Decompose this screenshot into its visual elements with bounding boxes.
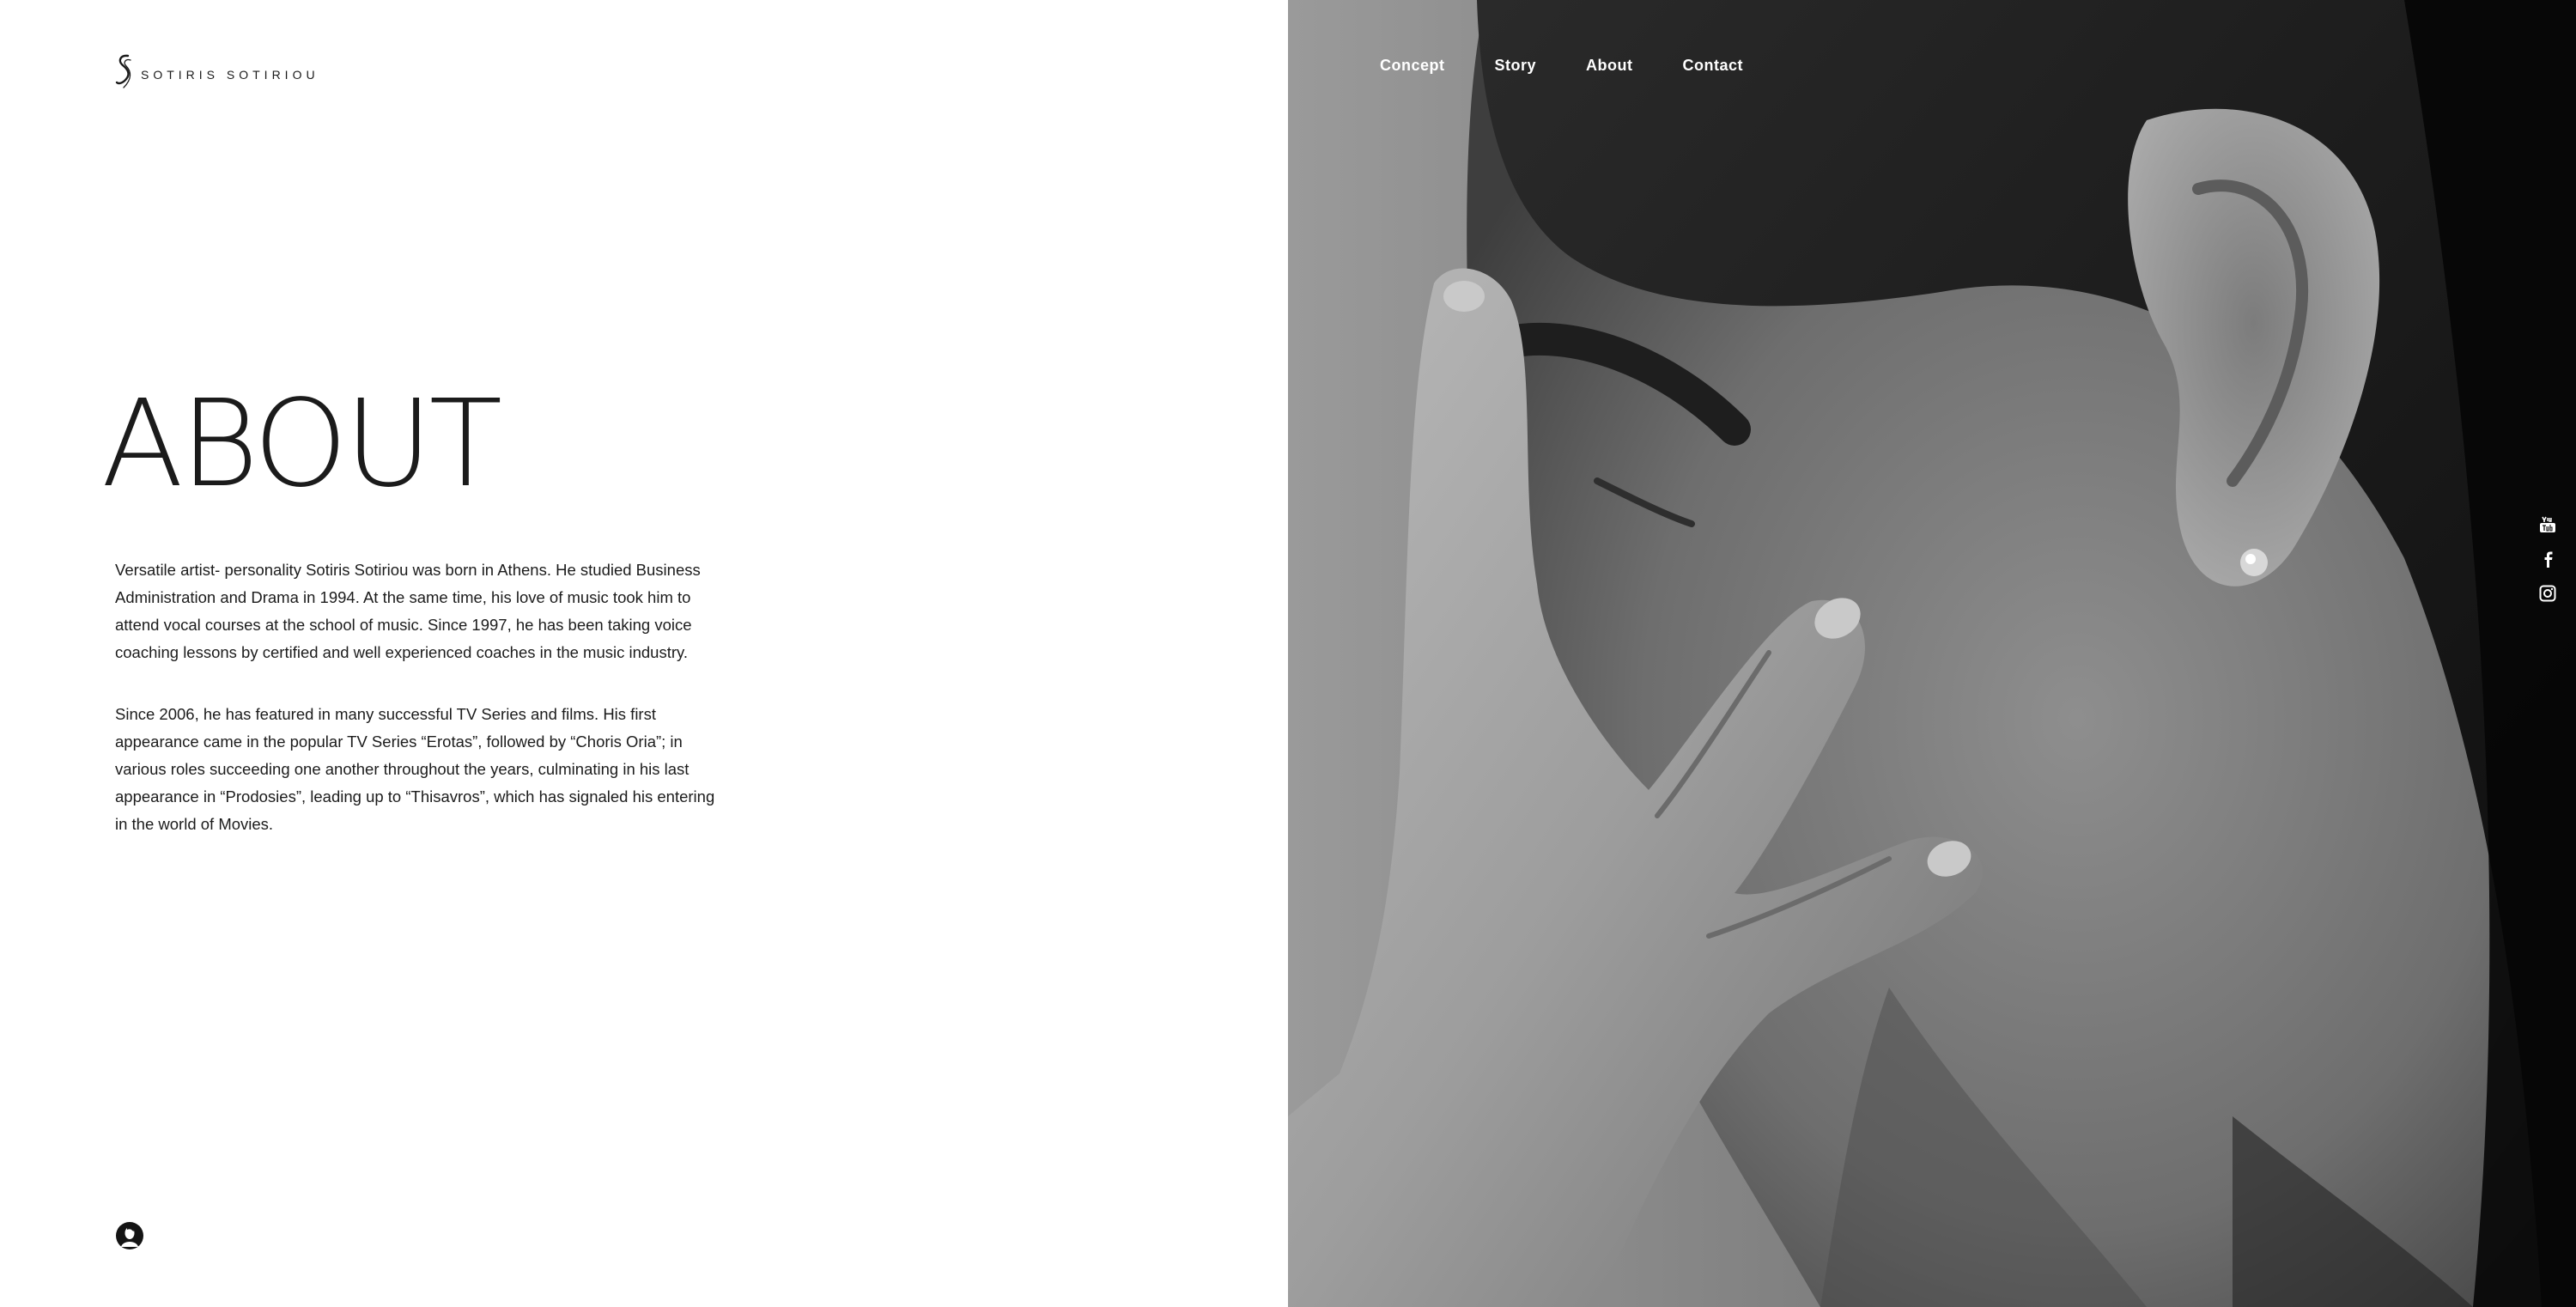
nav-item-contact[interactable]: Contact [1683, 57, 1744, 75]
page-title: ABOUT [101, 374, 502, 514]
portrait-image [1288, 0, 2576, 1307]
content-panel: Sotiris Sotiriou ABOUT Versatile artist-… [0, 0, 1288, 1307]
about-paragraph-1: Versatile artist- personality Sotiris So… [115, 561, 701, 661]
nav-item-about[interactable]: About [1586, 57, 1632, 75]
facebook-icon[interactable] [2538, 550, 2557, 568]
brand-name: Sotiris Sotiriou [141, 68, 319, 82]
main-nav: Concept Story About Contact [1380, 57, 1743, 75]
nav-item-concept[interactable]: Concept [1380, 57, 1445, 75]
brand-logo[interactable]: Sotiris Sotiriou [115, 53, 319, 89]
nav-item-story[interactable]: Story [1495, 57, 1537, 75]
youtube-icon[interactable] [2538, 515, 2557, 534]
logo-s-mark-icon [115, 54, 131, 88]
about-paragraph-2: Since 2006, he has featured in many succ… [115, 705, 715, 833]
social-links [2538, 515, 2557, 603]
portrait-photo [1288, 0, 2576, 1307]
about-text: Versatile artist- personality Sotiris So… [115, 556, 716, 872]
instagram-icon[interactable] [2538, 584, 2557, 603]
page: Sotiris Sotiriou ABOUT Versatile artist-… [0, 0, 2576, 1307]
profile-silhouette-icon[interactable] [115, 1221, 144, 1250]
